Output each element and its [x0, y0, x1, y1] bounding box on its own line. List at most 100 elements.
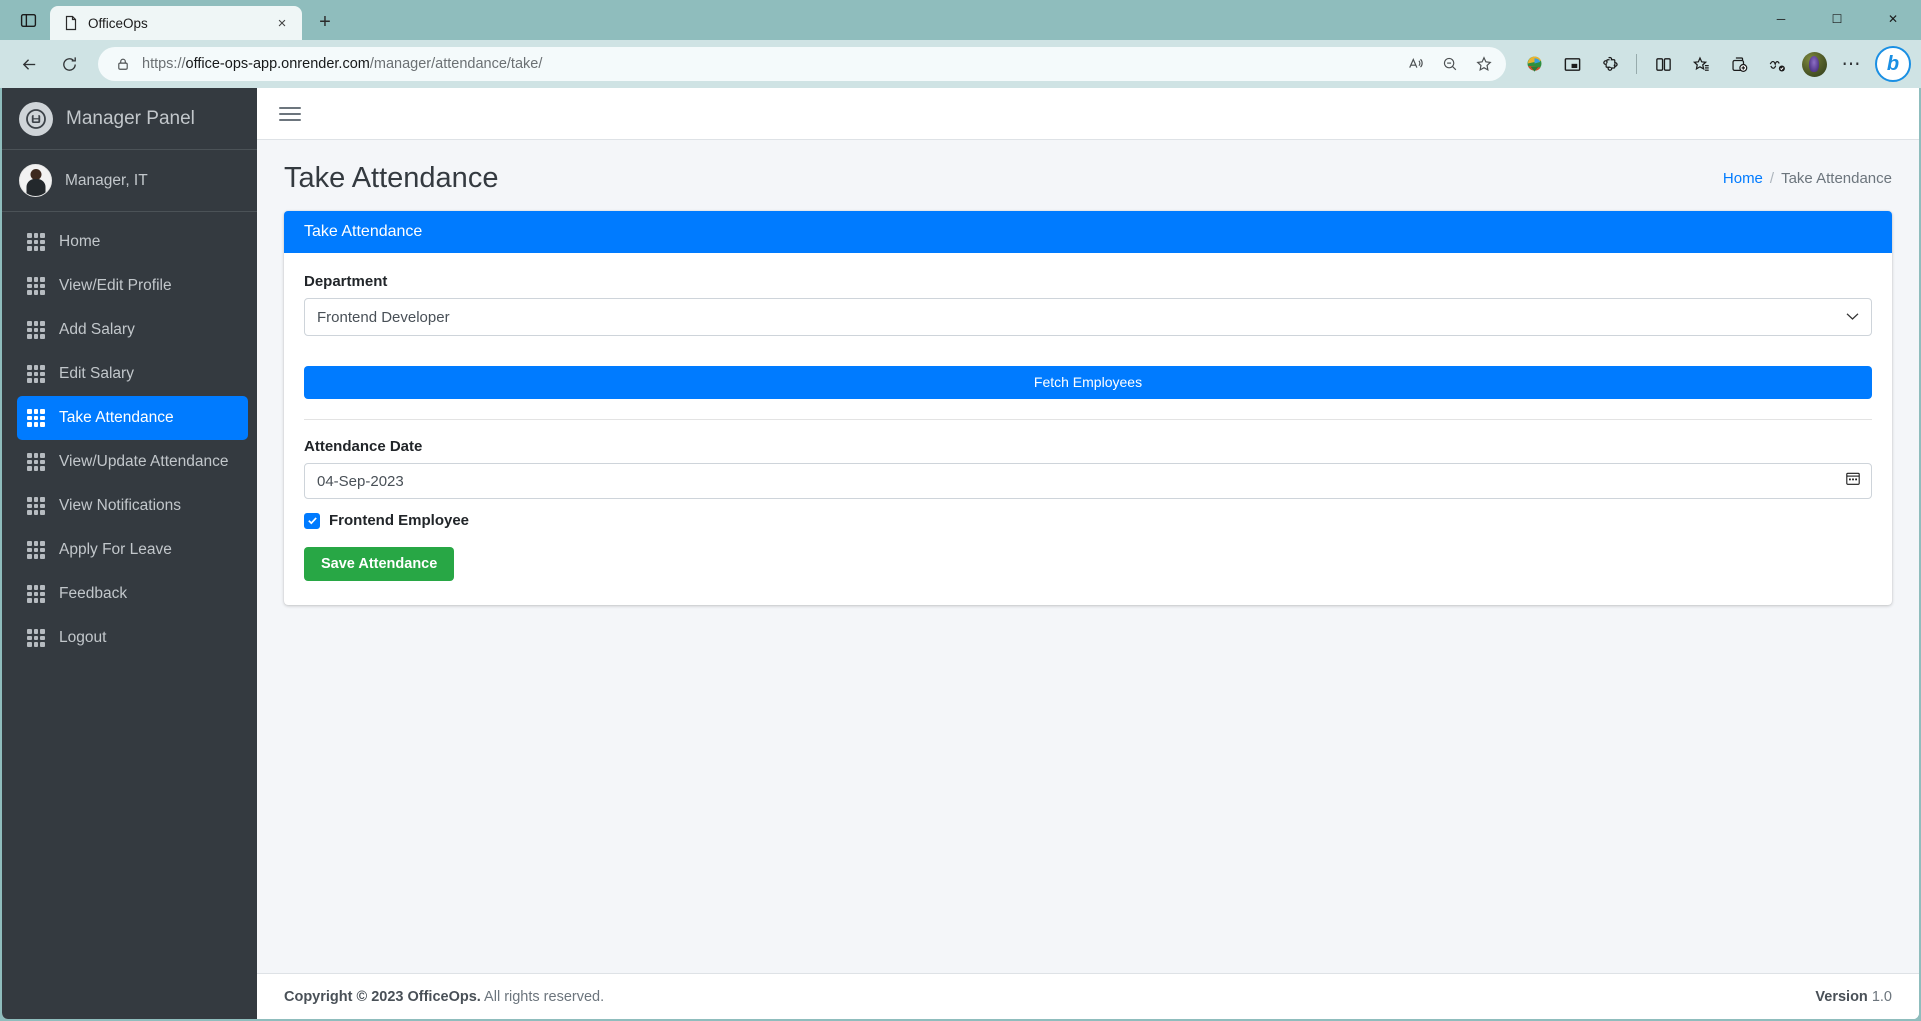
- grid-icon: [27, 629, 45, 647]
- save-attendance-button[interactable]: Save Attendance: [304, 547, 455, 581]
- browser-toolbar: https://office-ops-app.onrender.com/mana…: [0, 40, 1921, 88]
- favorite-star-icon[interactable]: [1468, 49, 1500, 79]
- page-icon: [63, 15, 79, 31]
- close-icon[interactable]: ×: [271, 12, 293, 34]
- page-footer: Copyright © 2023 OfficeOps. All rights r…: [257, 973, 1919, 1019]
- window-controls: ─ ☐ ✕: [1753, 0, 1921, 40]
- sidebar-item-label: Add Salary: [59, 321, 135, 338]
- employee-checkbox[interactable]: [304, 512, 320, 529]
- grid-icon: [27, 233, 45, 251]
- calendar-icon[interactable]: [1845, 471, 1861, 492]
- page-viewport: Manager Panel Manager, IT Home View/Edit…: [2, 88, 1919, 1019]
- sidebar-item-label: View Notifications: [59, 497, 182, 514]
- content-topbar: [257, 88, 1919, 140]
- breadcrumb: Home / Take Attendance: [1723, 170, 1892, 187]
- sidebar-item-logout[interactable]: Logout: [17, 616, 248, 660]
- card-header: Take Attendance: [284, 211, 1892, 253]
- sidebar-item-apply-for-leave[interactable]: Apply For Leave: [17, 528, 248, 572]
- brand-header[interactable]: Manager Panel: [2, 88, 257, 150]
- attendance-date-wrap: 04-Sep-2023: [304, 463, 1872, 499]
- address-bar[interactable]: https://office-ops-app.onrender.com/mana…: [98, 47, 1506, 81]
- url-text: https://office-ops-app.onrender.com/mana…: [142, 56, 543, 72]
- close-window-button[interactable]: ✕: [1865, 0, 1921, 38]
- picture-in-picture-icon[interactable]: [1554, 47, 1590, 81]
- department-label: Department: [304, 273, 388, 290]
- card-body: Department Frontend Developer Fetch Empl…: [284, 253, 1892, 605]
- address-bar-actions: [1400, 49, 1500, 79]
- sidebar-item-edit-salary[interactable]: Edit Salary: [17, 352, 248, 396]
- sidebar-item-label: Feedback: [59, 585, 128, 602]
- sidebar-item-view-notifications[interactable]: View Notifications: [17, 484, 248, 528]
- sidebar-user-name: Manager, IT: [65, 171, 148, 189]
- sidebar-item-view-edit-profile[interactable]: View/Edit Profile: [17, 264, 248, 308]
- back-arrow-icon[interactable]: [10, 47, 48, 81]
- sidebar-nav: Home View/Edit Profile Add Salary Edit S…: [2, 212, 257, 660]
- sidebar-user[interactable]: Manager, IT: [2, 150, 257, 212]
- main-content: Take Attendance Home / Take Attendance T…: [257, 88, 1919, 1019]
- lock-icon: [112, 57, 134, 71]
- zoom-out-icon[interactable]: [1434, 49, 1466, 79]
- minimize-button[interactable]: ─: [1753, 0, 1809, 38]
- department-select-wrap: Frontend Developer: [304, 298, 1872, 336]
- sidebar-item-label: Take Attendance: [59, 409, 174, 426]
- split-screen-icon[interactable]: [1645, 47, 1681, 81]
- more-options-icon[interactable]: ⋯: [1833, 47, 1869, 81]
- browser-tab[interactable]: OfficeOps ×: [50, 6, 302, 40]
- attendance-date-input[interactable]: 04-Sep-2023: [304, 463, 1872, 499]
- sidebar-item-home[interactable]: Home: [17, 220, 248, 264]
- toolbar-divider: [1636, 54, 1637, 74]
- sidebar-item-label: Home: [59, 233, 101, 250]
- grid-icon: [27, 277, 45, 295]
- sidebar-item-view-update-attendance[interactable]: View/Update Attendance: [17, 440, 248, 484]
- sidebar-item-feedback[interactable]: Feedback: [17, 572, 248, 616]
- user-avatar: [19, 164, 52, 197]
- sidebar-item-label: View/Update Attendance: [59, 453, 229, 470]
- maximize-button[interactable]: ☐: [1809, 0, 1865, 38]
- employee-checkbox-label: Frontend Employee: [329, 512, 470, 529]
- take-attendance-card: Take Attendance Department Frontend Deve…: [284, 211, 1892, 605]
- version-text: Version 1.0: [1815, 989, 1892, 1005]
- bing-copilot-icon[interactable]: b: [1875, 46, 1911, 82]
- sidebar-item-label: Apply For Leave: [59, 541, 172, 558]
- reload-icon[interactable]: [50, 47, 88, 81]
- read-aloud-icon[interactable]: [1400, 49, 1432, 79]
- sidebar-item-label: Logout: [59, 629, 107, 646]
- copyright-rest: All rights reserved.: [484, 988, 605, 1005]
- collections-star-icon[interactable]: [1683, 47, 1719, 81]
- split-pane-icon[interactable]: [6, 3, 50, 37]
- idm-download-icon[interactable]: [1516, 47, 1552, 81]
- new-tab-button[interactable]: +: [308, 7, 342, 37]
- copyright-text: Copyright © 2023 OfficeOps. All rights r…: [284, 989, 604, 1005]
- card-container: Take Attendance Department Frontend Deve…: [257, 211, 1919, 605]
- sidebar-item-label: Edit Salary: [59, 365, 134, 382]
- profile-avatar[interactable]: [1797, 47, 1831, 81]
- add-tab-group-icon[interactable]: [1721, 47, 1757, 81]
- grid-icon: [27, 321, 45, 339]
- sidebar-item-add-salary[interactable]: Add Salary: [17, 308, 248, 352]
- sidebar-item-take-attendance[interactable]: Take Attendance: [17, 396, 248, 440]
- fetch-employees-button[interactable]: Fetch Employees: [304, 366, 1872, 399]
- tab-strip: OfficeOps × + ─ ☐ ✕: [0, 0, 1921, 40]
- browser-essentials-icon[interactable]: [1759, 47, 1795, 81]
- grid-icon: [27, 409, 45, 427]
- employee-checkbox-row: Frontend Employee: [304, 512, 1872, 529]
- hamburger-icon[interactable]: [279, 106, 301, 121]
- puzzle-extension-icon[interactable]: [1592, 47, 1628, 81]
- tab-title: OfficeOps: [88, 15, 148, 31]
- app-sidebar: Manager Panel Manager, IT Home View/Edit…: [2, 88, 257, 1019]
- section-divider: [304, 419, 1872, 420]
- breadcrumb-current: Take Attendance: [1781, 170, 1892, 187]
- page-title: Take Attendance: [284, 162, 499, 194]
- sidebar-item-label: View/Edit Profile: [59, 277, 172, 294]
- breadcrumb-home-link[interactable]: Home: [1723, 170, 1763, 187]
- page-header: Take Attendance Home / Take Attendance: [257, 140, 1919, 211]
- grid-icon: [27, 541, 45, 559]
- copyright-bold: Copyright © 2023 OfficeOps.: [284, 988, 481, 1005]
- extension-toolbar: ⋯ b: [1516, 46, 1911, 82]
- grid-icon: [27, 453, 45, 471]
- breadcrumb-separator: /: [1769, 170, 1775, 187]
- grid-icon: [27, 497, 45, 515]
- department-select[interactable]: Frontend Developer: [304, 298, 1872, 336]
- attendance-date-label: Attendance Date: [304, 438, 423, 455]
